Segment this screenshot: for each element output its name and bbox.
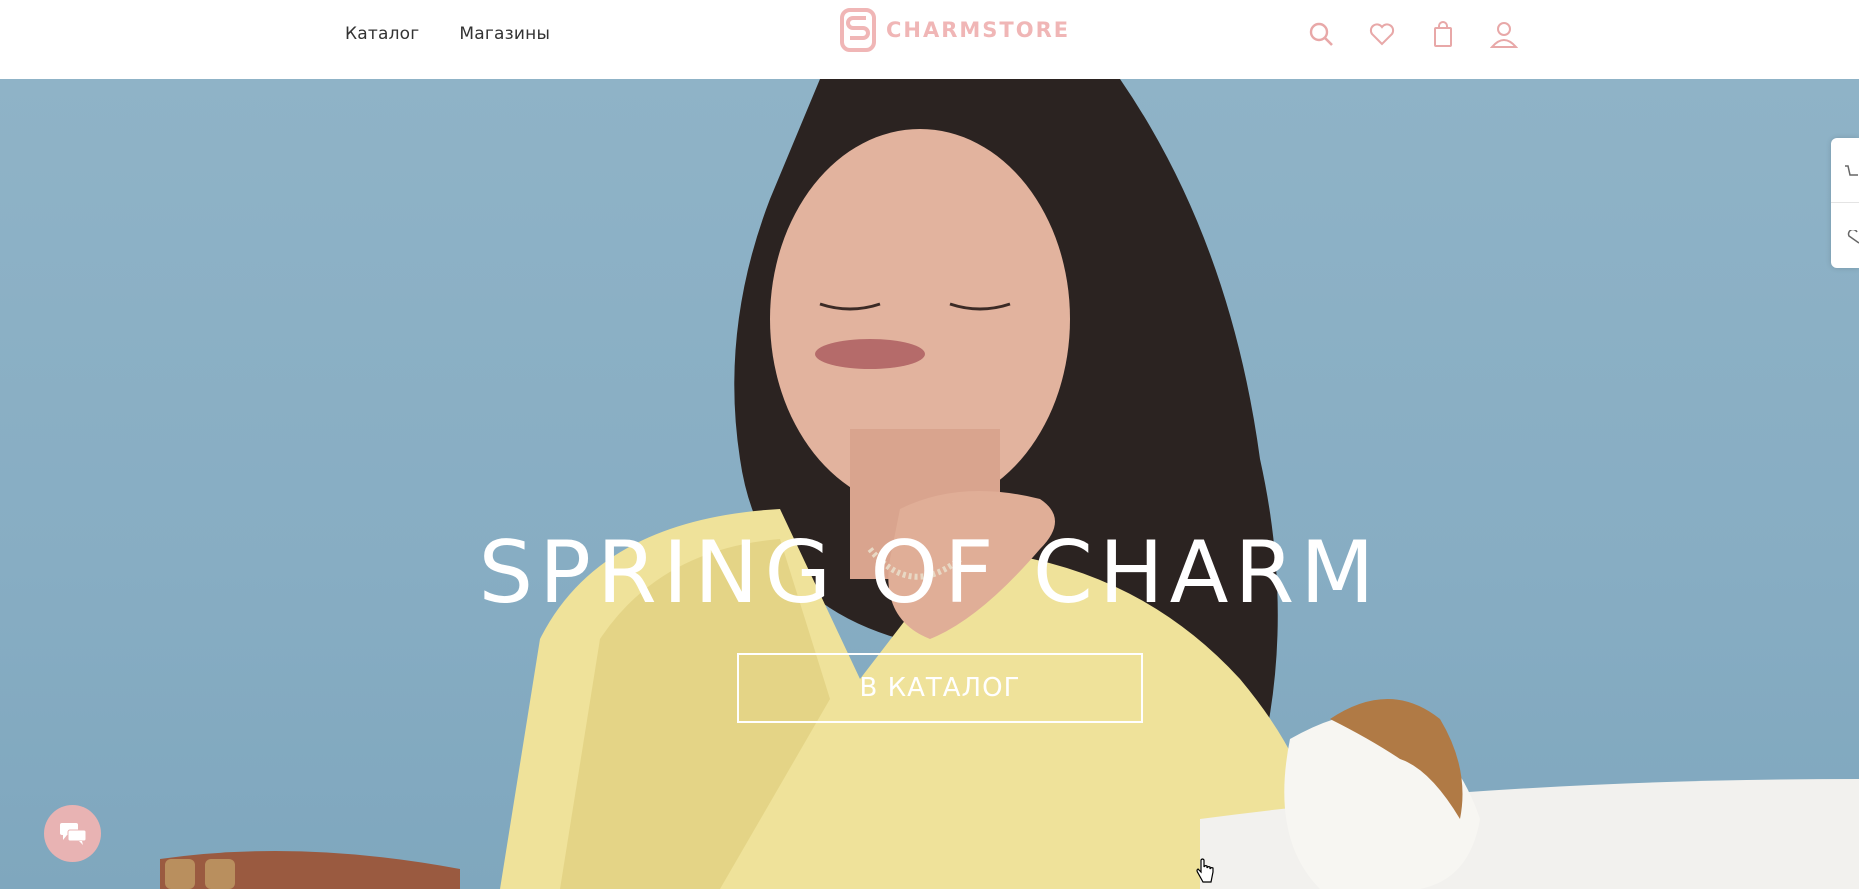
logo-mark-icon <box>840 8 876 52</box>
hero-banner[interactable]: SPRING OF CHARM В КАТАЛОГ <box>0 79 1859 889</box>
cart-icon[interactable] <box>1429 20 1457 48</box>
hand-cursor-icon <box>1196 858 1214 883</box>
divider <box>1831 202 1859 203</box>
header-icons <box>1307 20 1519 48</box>
nav-catalog-link[interactable]: Каталог <box>345 24 419 44</box>
heart-icon[interactable] <box>1368 20 1396 48</box>
search-icon[interactable] <box>1307 20 1335 48</box>
hero-title: SPRING OF CHARM <box>478 523 1381 623</box>
logo-text: CHARMSTORE <box>886 18 1071 42</box>
chat-button[interactable] <box>44 805 101 862</box>
side-panel <box>1831 138 1859 268</box>
heart-icon[interactable] <box>1845 228 1859 250</box>
hero-photo <box>160 79 1859 889</box>
nav-stores-link[interactable]: Магазины <box>459 24 550 44</box>
catalog-button[interactable]: В КАТАЛОГ <box>737 653 1143 723</box>
chat-icon <box>59 822 86 845</box>
site-header: Каталог Магазины CHARMSTORE <box>0 0 1859 79</box>
cart-icon[interactable] <box>1845 164 1859 184</box>
main-nav: Каталог Магазины <box>345 24 550 44</box>
user-icon[interactable] <box>1489 20 1519 48</box>
logo[interactable]: CHARMSTORE <box>840 8 1070 52</box>
